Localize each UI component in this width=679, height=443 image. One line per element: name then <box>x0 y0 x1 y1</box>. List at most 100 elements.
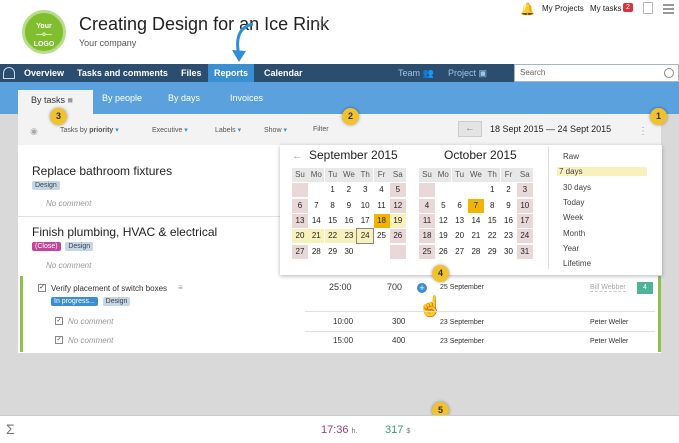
task-comment[interactable]: No comment <box>46 199 91 208</box>
calendar-day[interactable]: 23 <box>501 229 517 243</box>
home-icon[interactable] <box>3 67 15 79</box>
tab-by-people[interactable]: By people <box>102 93 142 103</box>
calendar-day[interactable]: 23 <box>340 229 357 244</box>
calendar-day[interactable]: 14 <box>468 214 484 228</box>
preset-option[interactable]: Month <box>563 229 585 238</box>
entry-comment[interactable]: No comment <box>68 317 113 326</box>
show-dropdown[interactable]: Show <box>264 126 287 134</box>
bookmark-icon[interactable] <box>643 2 653 14</box>
calendar-day[interactable]: 17 <box>357 214 373 228</box>
task-title[interactable]: Finish plumbing, HVAC & electrical <box>32 225 217 239</box>
my-projects-link[interactable]: My Projects <box>542 4 584 13</box>
previous-period-button[interactable]: ← <box>458 121 482 137</box>
task-title[interactable]: Replace bathroom fixtures <box>32 164 172 178</box>
preset-option[interactable]: 7 days <box>557 167 647 177</box>
calendar-day[interactable]: 7 <box>467 198 484 213</box>
preset-option[interactable]: Week <box>563 213 583 222</box>
calendar-day[interactable]: 28 <box>468 245 484 259</box>
nav-reports[interactable]: Reports <box>208 64 255 82</box>
calendar-day[interactable]: 2 <box>341 183 357 197</box>
calendar-day[interactable]: 13 <box>452 214 468 228</box>
calendar-day[interactable]: 9 <box>341 199 357 213</box>
calendar-day[interactable]: 24 <box>356 228 375 245</box>
date-range[interactable]: 18 Sept 2015 — 24 Sept 2015 <box>490 124 611 134</box>
calendar-day[interactable]: 18 <box>373 213 390 228</box>
tasks-by-dropdown[interactable]: Tasks by priority <box>60 126 119 134</box>
calendar-day[interactable]: 7 <box>308 199 324 213</box>
calendar-day[interactable]: 14 <box>308 214 324 228</box>
nav-team[interactable]: Team 👥 <box>398 64 434 82</box>
calendar-day[interactable]: 11 <box>374 199 390 213</box>
nav-files[interactable]: Files <box>175 64 208 82</box>
calendar-day[interactable]: 21 <box>308 229 325 244</box>
nav-calendar[interactable]: Calendar <box>258 64 309 82</box>
calendar-day[interactable]: 27 <box>452 245 468 259</box>
calendar-day[interactable]: 29 <box>325 245 341 259</box>
preset-option[interactable]: 30 days <box>563 183 591 192</box>
calendar-day[interactable]: 9 <box>501 199 517 213</box>
calendar-day[interactable]: 25 <box>419 244 435 259</box>
calendar-day[interactable]: 13 <box>292 213 308 228</box>
calendar-day[interactable]: 12 <box>435 214 451 228</box>
entry-comment[interactable]: No comment <box>68 336 113 345</box>
calendar-day[interactable]: 6 <box>452 199 468 213</box>
calendar-day[interactable]: 31 <box>516 244 533 259</box>
calendar-day[interactable]: 19 <box>389 213 406 228</box>
nav-tasks-comments[interactable]: Tasks and comments <box>71 64 174 82</box>
preset-option[interactable]: Raw <box>563 152 579 161</box>
tag-design[interactable]: Design <box>102 297 131 306</box>
add-time-button[interactable]: + <box>417 283 427 293</box>
calendar-day[interactable]: 8 <box>325 199 341 213</box>
calendar-day[interactable]: 5 <box>389 183 406 198</box>
tag-in-progress[interactable]: In progress... <box>51 297 98 306</box>
calendar-day[interactable]: 11 <box>419 213 435 228</box>
calendar-day[interactable]: 25 <box>374 229 390 243</box>
eye-icon[interactable]: ◉ <box>30 126 38 137</box>
calendar-day[interactable]: 2 <box>501 183 517 197</box>
calendar-day[interactable]: 19 <box>435 229 451 243</box>
description-icon[interactable]: ≡ <box>178 283 183 292</box>
company-logo[interactable]: Your —o— LOGO <box>22 10 66 54</box>
tab-invoices[interactable]: Invoices <box>230 93 263 103</box>
calendar-day[interactable]: 27 <box>292 244 308 259</box>
calendar-day[interactable]: 17 <box>516 213 533 228</box>
subtask-assignee[interactable]: Bill Webber <box>590 284 626 292</box>
preset-option[interactable]: Year <box>563 244 579 253</box>
calendar-day[interactable]: 3 <box>357 183 373 197</box>
subtask-checkbox[interactable]: ✓ <box>38 284 46 292</box>
calendar-day[interactable]: 18 <box>419 229 435 244</box>
calendar-day[interactable]: 24 <box>516 229 533 244</box>
calendar-day[interactable]: 8 <box>484 199 500 213</box>
calendar-day[interactable]: 22 <box>484 229 500 243</box>
task-comment[interactable]: No comment <box>46 261 91 270</box>
calendar-day[interactable]: 28 <box>308 245 324 259</box>
calendar-day[interactable]: 3 <box>516 183 533 198</box>
calendar-day[interactable]: 20 <box>452 229 468 243</box>
nav-overview[interactable]: Overview <box>18 64 70 82</box>
calendar-day[interactable]: 1 <box>325 183 341 197</box>
star-icon[interactable]: ☆ <box>315 14 328 32</box>
calendar-day[interactable]: 26 <box>435 245 451 259</box>
tag-close[interactable]: (Close) <box>32 242 61 251</box>
calendar-day[interactable]: 16 <box>501 214 517 228</box>
calendar-day[interactable]: 15 <box>484 214 500 228</box>
tab-by-days[interactable]: By days <box>168 93 200 103</box>
calendar-day[interactable]: 22 <box>324 229 341 244</box>
calendar-day[interactable]: 30 <box>341 245 357 259</box>
search-input[interactable]: Search <box>514 64 679 82</box>
preset-option[interactable]: Today <box>563 198 584 207</box>
calendar-day[interactable]: 4 <box>419 198 435 213</box>
my-tasks-link[interactable]: My tasks <box>590 4 622 13</box>
calendar-day[interactable]: 1 <box>484 183 500 197</box>
entry-checkbox[interactable]: ✓ <box>55 336 63 344</box>
calendar-day[interactable]: 6 <box>292 198 308 213</box>
calendar-day[interactable]: 10 <box>516 198 533 213</box>
bell-icon[interactable]: 🔔 <box>520 2 535 16</box>
tag-design[interactable]: Design <box>65 242 94 251</box>
calendar-day[interactable]: 12 <box>389 198 406 213</box>
calendar-day[interactable]: 26 <box>389 229 406 244</box>
calendar-day[interactable]: 4 <box>374 183 390 197</box>
subtask-title[interactable]: Verify placement of switch boxes <box>51 284 167 293</box>
calendar-day[interactable]: 20 <box>292 229 308 244</box>
calendar-day[interactable]: 5 <box>435 199 451 213</box>
